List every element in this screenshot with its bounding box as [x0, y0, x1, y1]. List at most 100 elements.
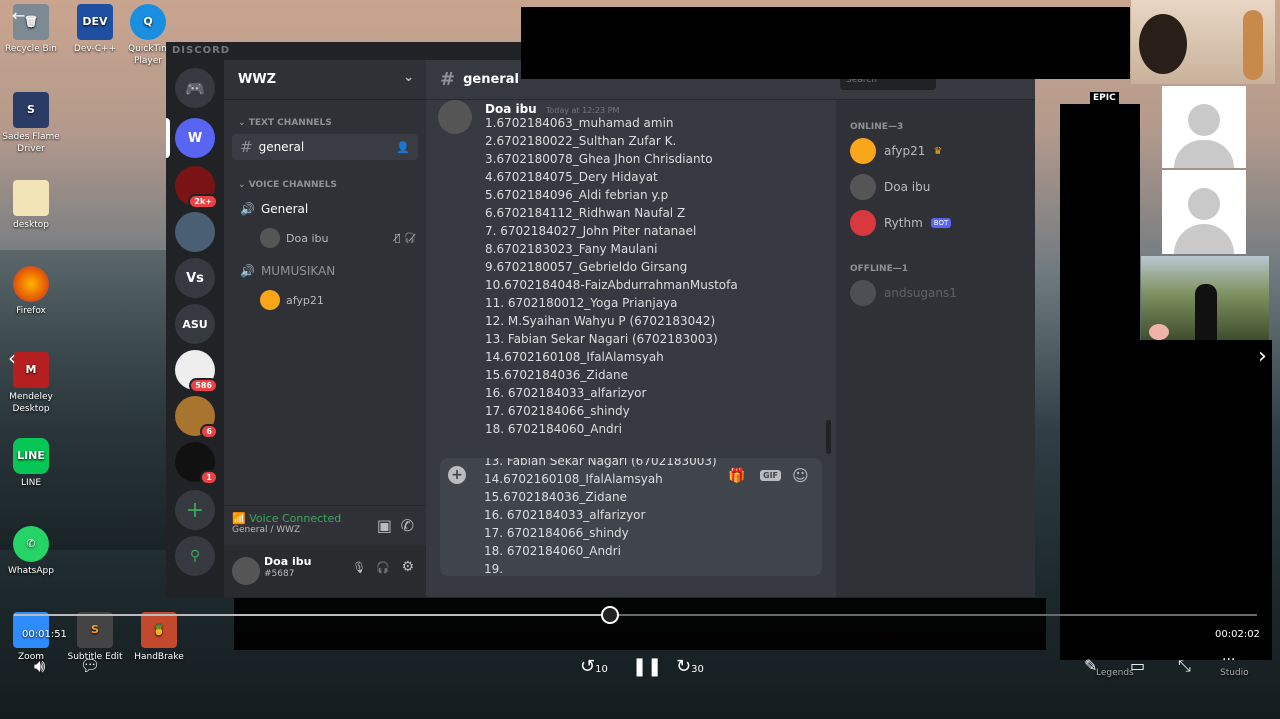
guild-header[interactable]: WWZ ⌄ — [224, 60, 426, 100]
desktop-icon-dev-cpp[interactable]: DEV Dev-C++ — [64, 4, 126, 55]
server-3[interactable] — [175, 212, 215, 252]
deafen-icon[interactable]: 🎧 — [376, 561, 390, 574]
voice-channel-general[interactable]: 🔊 General — [232, 196, 418, 222]
default-avatar-icon — [1188, 188, 1220, 220]
channel-general[interactable]: # general 👤 — [232, 134, 418, 160]
video-tile-3[interactable] — [1162, 170, 1246, 254]
remaining-time: 00:02:02 — [1215, 629, 1260, 640]
composer-line: 13. Fabian Sekar Nagari (6702183003) — [484, 458, 717, 468]
message-line: 7. 6702184027_John Piter natanael — [485, 224, 697, 238]
explore-servers-button[interactable]: ⚲ — [175, 536, 215, 576]
avatar — [850, 280, 876, 306]
offline-category: OFFLINE—1 — [850, 264, 908, 274]
message-line: 10.6702184048-FaizAbdurrahmanMustofa — [485, 278, 738, 292]
message-composer[interactable]: + 13. Fabian Sekar Nagari (6702183003) 1… — [440, 458, 822, 576]
desktop-icon-line[interactable]: LINE LINE — [0, 438, 62, 489]
chevron-down-icon: ⌄ — [403, 70, 414, 85]
voice-user-doa-ibu[interactable]: Doa ibu 🎙̸ 🎧̸ — [260, 228, 416, 248]
screen-share-icon[interactable]: ▣ — [377, 516, 392, 535]
folder-icon — [13, 180, 49, 216]
skip-back-button[interactable]: ↺10 — [580, 656, 608, 677]
signal-icon: 📶 — [232, 512, 246, 525]
video-tile-2[interactable] — [1162, 86, 1246, 168]
member-andsugans1[interactable]: andsugans1 — [850, 280, 957, 306]
disconnect-icon[interactable]: ✆ — [401, 516, 414, 535]
add-server-button[interactable]: + — [175, 490, 215, 530]
participant-silhouette — [1195, 284, 1217, 340]
desktop-icon-whatsapp[interactable]: ✆ WhatsApp — [0, 526, 62, 577]
seek-bar[interactable] — [14, 614, 1257, 616]
next-arrow-icon[interactable]: › — [1258, 344, 1267, 369]
chat-area: # general Search Doa ibu Today at 12:23 … — [426, 60, 1035, 597]
desktop-icon-sades[interactable]: S Sades Flame Driver — [0, 92, 62, 155]
subtitles-icon[interactable]: 💬︎ — [80, 656, 100, 675]
exit-fullscreen-icon[interactable]: ⤡ — [1178, 656, 1191, 676]
voice-channel-mumusikan[interactable]: 🔊 MUMUSIKAN — [232, 258, 418, 284]
message-line: 3.6702180078_Ghea Jhon Chrisdianto — [485, 152, 713, 166]
server-6[interactable]: 586 — [175, 350, 218, 393]
back-arrow-icon[interactable]: ← — [12, 6, 25, 25]
redaction-block — [1060, 104, 1140, 660]
guitar — [1243, 10, 1263, 80]
text-channels-category[interactable]: ⌄ TEXT CHANNELS — [228, 118, 342, 128]
composer-line: 15.6702184036_Zidane — [484, 490, 627, 504]
invite-icon[interactable]: 👤 — [396, 141, 410, 154]
video-tile-1[interactable] — [1131, 0, 1275, 84]
previous-arrow-icon[interactable]: ‹ — [8, 346, 16, 370]
quicktime-icon: Q — [130, 4, 166, 40]
server-vs[interactable]: Vs — [175, 258, 215, 298]
server-asu[interactable]: ASU — [175, 304, 215, 344]
pause-button[interactable]: ❚❚ — [632, 656, 662, 677]
bot-badge: BOT — [930, 218, 952, 228]
server-2[interactable]: 2k+ — [175, 166, 218, 209]
epic-label: EPIC — [1090, 92, 1119, 104]
sades-icon: S — [13, 92, 49, 128]
avatar — [850, 174, 876, 200]
handbrake-icon: 🍍 — [141, 612, 177, 648]
video-tile-4[interactable] — [1141, 256, 1269, 340]
desktop-icon-firefox[interactable]: Firefox — [0, 266, 62, 317]
message-line: 4.6702184075_Dery Hidayat — [485, 170, 658, 184]
volume-icon[interactable]: 🔊︎ — [34, 656, 45, 677]
scrollbar[interactable] — [826, 420, 831, 454]
desktop-icon-recycle-bin[interactable]: 🗑 Recycle Bin — [0, 4, 62, 55]
message-line: 16. 6702184033_alfarizyor — [485, 386, 647, 400]
default-avatar-body — [1174, 140, 1234, 168]
composer-line: 19. — [484, 562, 504, 576]
seek-thumb[interactable] — [601, 606, 619, 624]
attach-plus-icon[interactable]: + — [448, 466, 466, 484]
server-w[interactable]: W — [175, 118, 215, 158]
message-line: 6.6702184112_Ridhwan Naufal Z — [485, 206, 686, 220]
desktop-icon-handbrake[interactable]: 🍍 HandBrake — [128, 612, 190, 663]
member-rythm[interactable]: Rythm BOT — [850, 210, 952, 236]
gear-icon[interactable]: ⚙ — [401, 559, 414, 575]
desktop-icon-quicktime[interactable]: Q QuickTime Player — [128, 4, 168, 67]
speaker-icon: 🔊 — [240, 264, 255, 278]
line-icon: LINE — [13, 438, 49, 474]
muted-icon: 🎙̸ 🎧̸ — [394, 232, 417, 244]
server-7[interactable]: 6 — [175, 396, 218, 439]
home-button[interactable]: 🎮 — [175, 68, 215, 108]
more-options-icon[interactable]: ··· — [1222, 652, 1235, 668]
gif-button[interactable]: GIF — [760, 470, 782, 481]
user-name: Doa ibu — [264, 555, 312, 568]
member-doa-ibu[interactable]: Doa ibu — [850, 174, 930, 200]
mute-icon[interactable]: 🎙 — [352, 561, 366, 574]
member-afyp21[interactable]: afyp21 ♛ — [850, 138, 942, 164]
studio-label: Studio — [1220, 668, 1249, 678]
miniview-icon[interactable]: ▭ — [1130, 656, 1145, 675]
forward-icon: ↻ — [676, 656, 692, 677]
voice-user-afyp21[interactable]: afyp21 — [260, 290, 324, 310]
composer-line: 16. 6702184033_alfarizyor — [484, 508, 646, 522]
server-8[interactable]: 1 — [175, 442, 218, 485]
desktop-icon-desktop-folder[interactable]: desktop — [0, 180, 62, 231]
skip-forward-button[interactable]: ↻30 — [676, 656, 704, 677]
plus-icon: + — [185, 497, 205, 523]
emoji-icon[interactable]: ☺ — [792, 466, 809, 485]
message-line: 1.6702184063_muhamad amin — [485, 116, 674, 130]
hash-icon: # — [240, 138, 253, 156]
participant-silhouette — [1139, 14, 1187, 74]
gift-icon[interactable]: 🎁 — [728, 468, 745, 484]
voice-channels-category[interactable]: ⌄ VOICE CHANNELS — [228, 180, 347, 190]
composer-line: 14.6702160108_IfalAlamsyah — [484, 472, 663, 486]
